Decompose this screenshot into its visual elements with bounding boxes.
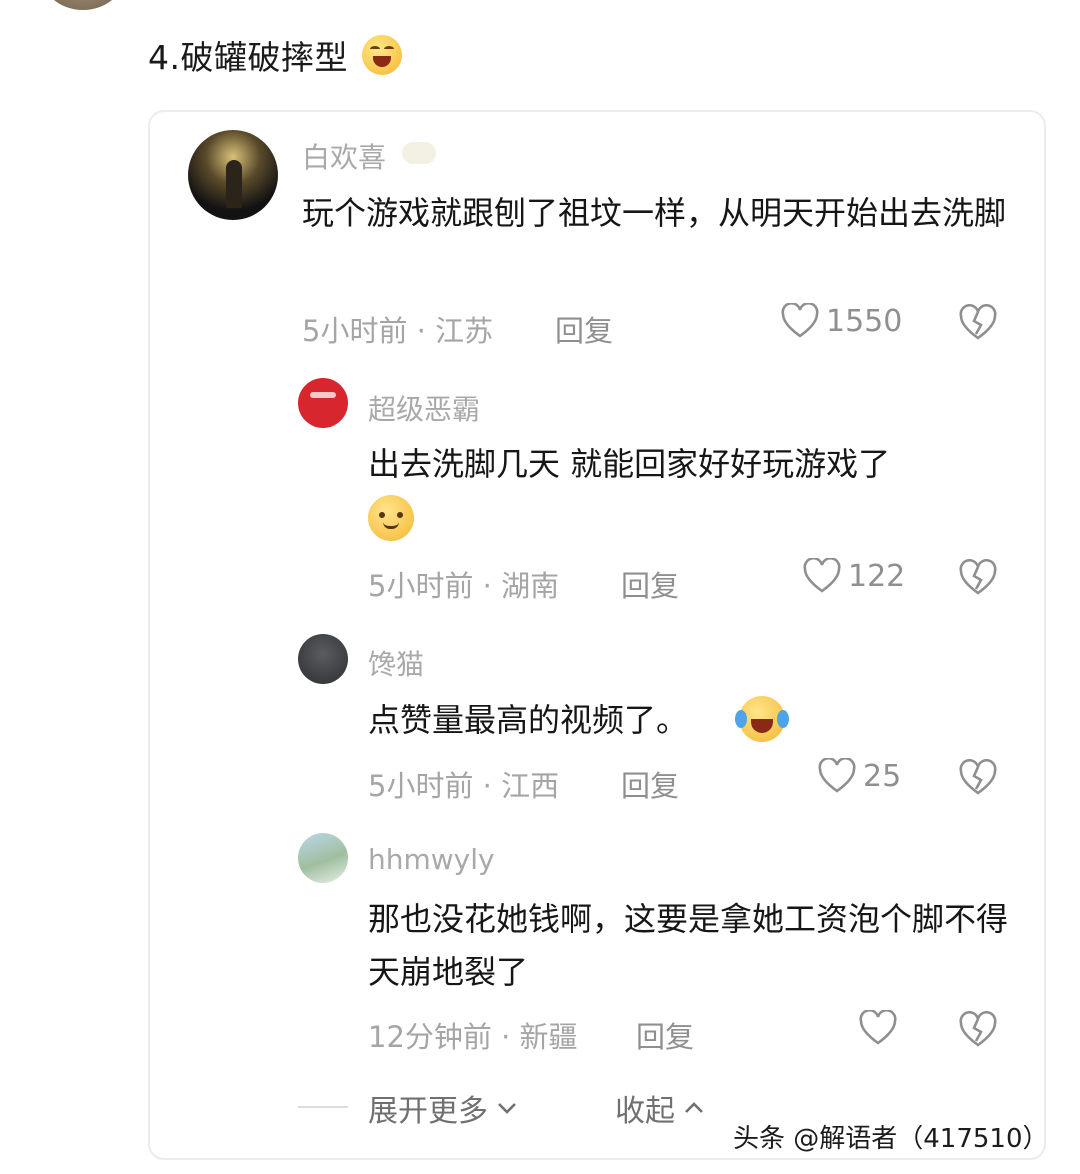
- chevron-down-icon: [498, 1103, 516, 1114]
- collapse-button[interactable]: 收起: [615, 1086, 705, 1130]
- expand-more-label: 展开更多: [368, 1094, 488, 1129]
- broken-heart-icon[interactable]: [958, 559, 998, 597]
- comment-text: 玩个游戏就跟刨了祖坟一样，从明天开始出去洗脚: [302, 194, 1007, 232]
- like-button[interactable]: 1550: [780, 303, 902, 339]
- reply-button[interactable]: 回复: [621, 563, 679, 605]
- comment-text: 那也没花她钱啊，这要是拿她工资泡个脚不得天崩地裂了: [368, 900, 1009, 991]
- smile-emoji-icon: [368, 495, 414, 541]
- broken-heart-icon[interactable]: [958, 1011, 998, 1049]
- heart-icon: [803, 558, 841, 593]
- comment-meta: 5小时前 · 江苏: [302, 314, 494, 348]
- reply-button[interactable]: 回复: [636, 1014, 694, 1056]
- broken-heart-icon[interactable]: [958, 759, 998, 797]
- divider-line: [298, 1106, 348, 1108]
- comment-text: 点赞量最高的视频了。: [368, 701, 689, 739]
- heart-icon: [859, 1010, 897, 1045]
- commenter-name[interactable]: hhmwyly: [368, 843, 495, 876]
- like-count: 1550: [826, 303, 903, 339]
- comment-meta: 12分钟前 · 新疆: [368, 1020, 578, 1054]
- commenter-avatar[interactable]: [298, 378, 348, 428]
- chevron-up-icon: [685, 1102, 703, 1113]
- like-button[interactable]: [858, 1010, 904, 1046]
- reply-button[interactable]: 回复: [555, 308, 613, 350]
- comment-meta: 5小时前 · 江西: [368, 769, 560, 803]
- commenter-name[interactable]: 白欢喜: [302, 136, 386, 176]
- like-count: 25: [863, 758, 902, 794]
- crying-laughing-emoji-icon: [735, 696, 789, 742]
- laughing-emoji-icon: [362, 35, 402, 75]
- comment-text: 出去洗脚几天 就能回家好好玩游戏了: [368, 445, 891, 483]
- broken-heart-icon[interactable]: [958, 304, 998, 342]
- author-avatar[interactable]: [42, 0, 124, 10]
- watermark: 头条 @解语者（417510）: [733, 1124, 1049, 1154]
- commenter-name[interactable]: 超级恶霸: [368, 388, 480, 428]
- commenter-avatar[interactable]: [298, 833, 348, 883]
- collapse-label: 收起: [615, 1094, 675, 1129]
- comment-card-screenshot: [148, 110, 1046, 1160]
- section-heading: 4.破罐破摔型: [148, 30, 402, 80]
- commenter-avatar[interactable]: [188, 130, 278, 220]
- like-count: 122: [848, 558, 906, 594]
- heart-icon: [818, 758, 856, 793]
- comment-meta: 5小时前 · 湖南: [368, 569, 560, 603]
- commenter-name[interactable]: 馋猫: [368, 643, 424, 683]
- heart-icon: [781, 303, 819, 338]
- like-button[interactable]: 122: [802, 558, 905, 594]
- like-button[interactable]: 25: [817, 758, 901, 794]
- commenter-avatar[interactable]: [298, 634, 348, 684]
- heading-text: 4.破罐破摔型: [148, 38, 348, 77]
- reply-button[interactable]: 回复: [621, 763, 679, 805]
- badge-icon: [402, 142, 436, 164]
- expand-more-button[interactable]: 展开更多: [368, 1086, 518, 1130]
